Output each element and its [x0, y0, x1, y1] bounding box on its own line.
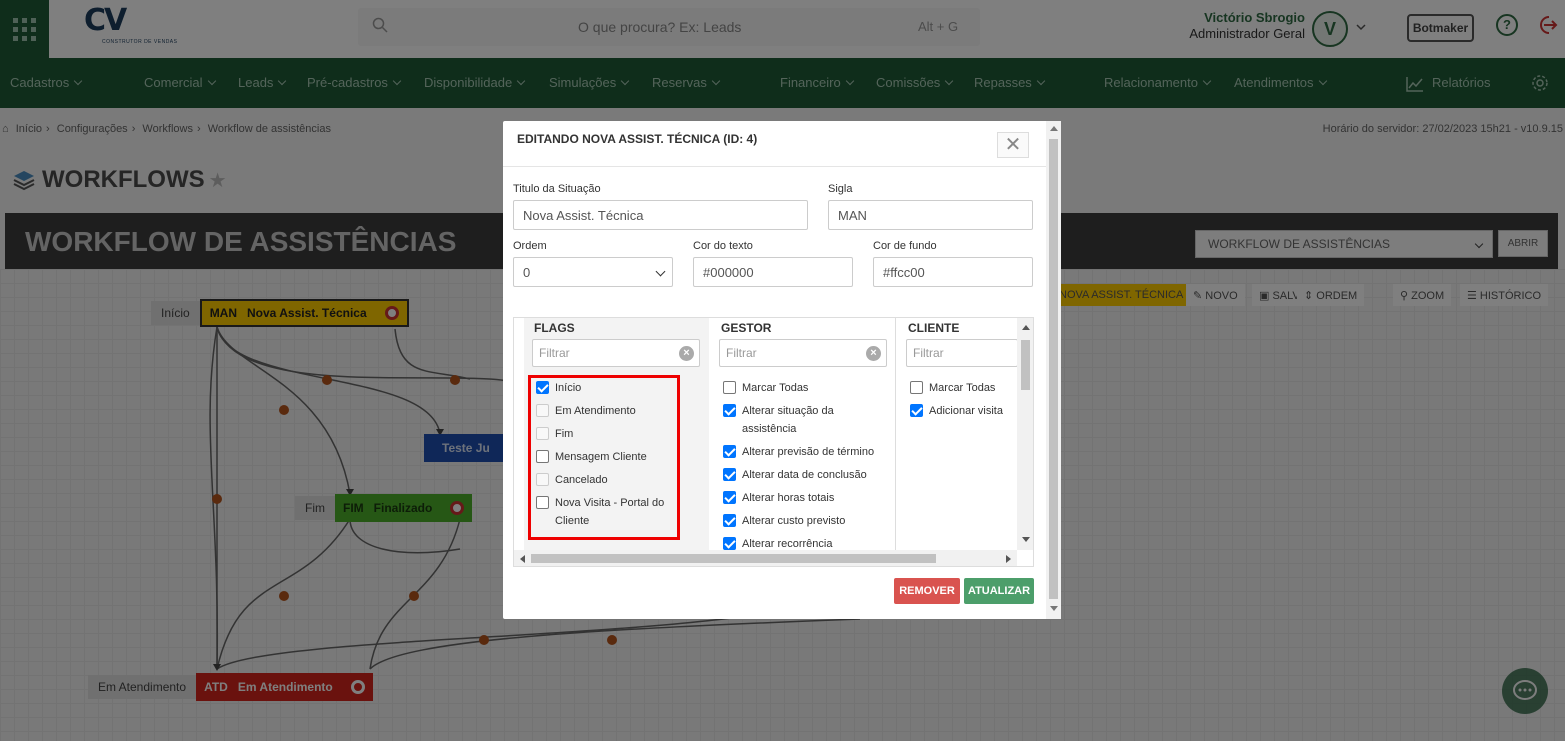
cor-texto-label: Cor do texto	[693, 240, 753, 252]
checkbox[interactable]	[723, 468, 736, 481]
checkbox[interactable]	[723, 404, 736, 417]
cliente-adicionar-visita[interactable]: Adicionar visita	[910, 402, 1015, 420]
sigla-input[interactable]: MAN	[828, 200, 1033, 230]
perm-label: Alterar data de conclusão	[742, 469, 867, 481]
ordem-label: Ordem	[513, 240, 547, 252]
perm-label: Adicionar visita	[929, 405, 1003, 417]
clear-icon[interactable]: ×	[679, 346, 694, 361]
gestor-alterar-situacao[interactable]: Alterar situação da assistência	[723, 402, 853, 438]
modal-header: EDITANDO NOVA ASSIST. TÉCNICA (ID: 4) ✕	[503, 121, 1046, 167]
gestor-alterar-custo[interactable]: Alterar custo previsto	[723, 512, 883, 530]
cliente-column: CLIENTE Filtrar Marcar Todas Adicionar v…	[898, 318, 1018, 550]
titulo-input[interactable]: Nova Assist. Técnica	[513, 200, 808, 230]
perm-label: Alterar custo previsto	[742, 515, 846, 527]
perm-label: Alterar situação da assistência	[742, 405, 834, 435]
flags-header: FLAGS	[534, 321, 575, 335]
checkbox[interactable]	[910, 404, 923, 417]
cliente-filter-input[interactable]: Filtrar	[906, 339, 1018, 367]
cor-fundo-input[interactable]: #ffcc00	[873, 257, 1033, 287]
edit-state-modal: EDITANDO NOVA ASSIST. TÉCNICA (ID: 4) ✕ …	[503, 121, 1061, 619]
checkbox[interactable]	[723, 514, 736, 527]
checkbox[interactable]	[910, 381, 923, 394]
close-icon[interactable]: ✕	[997, 132, 1029, 158]
checkbox[interactable]	[723, 537, 736, 550]
gestor-filter-input[interactable]: Filtrar ×	[719, 339, 887, 367]
ordem-select[interactable]: 0	[513, 257, 673, 287]
highlight-box	[528, 375, 680, 540]
permissions-vertical-scrollbar[interactable]	[1017, 318, 1033, 550]
flags-filter-placeholder: Filtrar	[539, 346, 570, 360]
permissions-horizontal-scrollbar[interactable]	[514, 550, 1017, 566]
sigla-label: Sigla	[828, 183, 853, 195]
modal-scrollbar[interactable]	[1046, 121, 1061, 619]
titulo-label: Titulo da Situação	[513, 183, 601, 195]
gestor-marcar-todas[interactable]: Marcar Todas	[723, 379, 883, 397]
cor-texto-input[interactable]: #000000	[693, 257, 853, 287]
perm-label: Marcar Todas	[929, 382, 996, 394]
perm-label: Alterar horas totais	[742, 492, 835, 504]
ordem-value: 0	[523, 265, 531, 280]
gestor-alterar-previsao[interactable]: Alterar previsão de término	[723, 443, 883, 461]
gestor-alterar-horas[interactable]: Alterar horas totais	[723, 489, 883, 507]
gestor-header: GESTOR	[721, 321, 772, 335]
modal-title: EDITANDO NOVA ASSIST. TÉCNICA (ID: 4)	[517, 132, 758, 146]
perm-label: Alterar previsão de término	[742, 446, 875, 458]
cor-fundo-label: Cor de fundo	[873, 240, 937, 252]
perm-label: Marcar Todas	[742, 382, 809, 394]
cliente-marcar-todas[interactable]: Marcar Todas	[910, 379, 1015, 397]
gestor-alterar-data[interactable]: Alterar data de conclusão	[723, 466, 883, 484]
chevron-down-icon	[655, 266, 666, 277]
cliente-filter-placeholder: Filtrar	[913, 346, 944, 360]
checkbox[interactable]	[723, 491, 736, 504]
atualizar-button[interactable]: ATUALIZAR	[964, 578, 1034, 604]
checkbox[interactable]	[723, 381, 736, 394]
clear-icon[interactable]: ×	[866, 346, 881, 361]
remover-button[interactable]: REMOVER	[894, 578, 960, 604]
flags-filter-input[interactable]: Filtrar ×	[532, 339, 700, 367]
gestor-column: GESTOR Filtrar × Marcar Todas Alterar sit…	[711, 318, 896, 550]
gestor-filter-placeholder: Filtrar	[726, 346, 757, 360]
checkbox[interactable]	[723, 445, 736, 458]
cliente-header: CLIENTE	[908, 321, 960, 335]
